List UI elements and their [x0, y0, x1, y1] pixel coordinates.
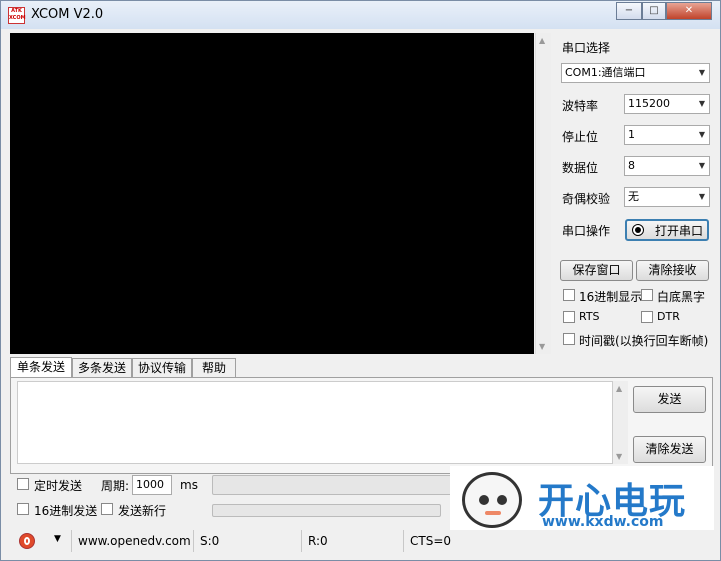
parity-label: 奇偶校验: [562, 192, 611, 206]
baud-select-value: 115200: [628, 97, 670, 110]
progress-bar-bottom: [212, 504, 441, 517]
chevron-down-icon: ▼: [698, 68, 705, 77]
timed-send-label: 定时发送: [34, 479, 83, 493]
period-unit: ms: [180, 478, 198, 492]
mascot-icon: [462, 472, 522, 528]
tab-help[interactable]: 帮助: [192, 358, 236, 378]
close-button[interactable]: ✕: [666, 2, 712, 20]
period-input[interactable]: 1000: [132, 475, 172, 495]
rts-label: RTS: [579, 310, 600, 323]
chevron-down-icon: ▼: [698, 192, 705, 201]
maximize-button[interactable]: □: [642, 2, 666, 20]
tab-multi-send[interactable]: 多条发送: [72, 358, 132, 378]
port-select-value: COM1:通信端口: [565, 66, 646, 79]
port-operation-label: 串口操作: [562, 224, 611, 238]
parity-select[interactable]: 无 ▼: [624, 187, 710, 207]
window-title: XCOM V2.0: [31, 7, 104, 22]
watermark-url: www.kxdw.com: [542, 514, 664, 530]
open-port-label: 打开串口: [655, 224, 704, 238]
dropdown-arrow-icon[interactable]: ▼: [54, 534, 61, 544]
hex-display-label: 16进制显示: [579, 290, 643, 304]
send-scrollbar[interactable]: ▲ ▼: [613, 381, 628, 464]
period-label: 周期:: [101, 479, 130, 493]
timestamp-label: 时间戳(以换行回车断帧): [579, 334, 709, 348]
status-sent: S:0: [193, 530, 303, 552]
tab-protocol[interactable]: 协议传输: [132, 358, 192, 378]
chevron-down-icon: ▼: [698, 99, 705, 108]
send-button[interactable]: 发送: [633, 386, 706, 413]
title-bar: ATK XCOM XCOM V2.0 − □ ✕: [1, 1, 720, 29]
timed-send-checkbox[interactable]: [17, 478, 29, 490]
stop-bits-select[interactable]: 1 ▼: [624, 125, 710, 145]
dtr-label: DTR: [657, 310, 680, 323]
watermark-logo: 开心电玩 www.kxdw.com: [450, 466, 714, 530]
rts-checkbox[interactable]: [563, 311, 575, 323]
stop-bits-value: 1: [628, 128, 635, 141]
data-bits-label: 数据位: [562, 161, 599, 175]
save-window-button[interactable]: 保存窗口: [560, 260, 633, 281]
status-url[interactable]: www.openedv.com: [71, 530, 191, 552]
scroll-down-icon[interactable]: ▼: [616, 452, 622, 461]
minimize-button[interactable]: −: [616, 2, 642, 20]
open-port-button[interactable]: 打开串口: [625, 219, 709, 241]
status-icon[interactable]: [19, 533, 35, 549]
baud-select[interactable]: 115200 ▼: [624, 94, 710, 114]
scroll-down-icon[interactable]: ▼: [539, 342, 545, 351]
dtr-checkbox[interactable]: [641, 311, 653, 323]
hex-send-checkbox[interactable]: [17, 503, 29, 515]
white-bg-label: 白底黑字: [657, 290, 706, 304]
port-label: 串口选择: [562, 41, 611, 55]
chevron-down-icon: ▼: [698, 161, 705, 170]
white-bg-checkbox[interactable]: [641, 289, 653, 301]
baud-label: 波特率: [562, 99, 599, 113]
tab-single-send[interactable]: 单条发送: [10, 357, 72, 378]
data-bits-value: 8: [628, 159, 635, 172]
status-received: R:0: [301, 530, 406, 552]
parity-value: 无: [628, 190, 639, 203]
send-input[interactable]: [17, 381, 613, 464]
send-newline-checkbox[interactable]: [101, 503, 113, 515]
clear-send-button[interactable]: 清除发送: [633, 436, 706, 463]
app-icon: ATK XCOM: [8, 7, 26, 24]
scroll-up-icon[interactable]: ▲: [616, 384, 622, 393]
scroll-up-icon[interactable]: ▲: [539, 36, 545, 45]
send-newline-label: 发送新行: [118, 504, 167, 518]
record-icon: [632, 224, 644, 236]
receive-area[interactable]: [10, 33, 534, 354]
receive-scrollbar[interactable]: ▲ ▼: [535, 33, 551, 354]
chevron-down-icon: ▼: [698, 130, 705, 139]
port-select[interactable]: COM1:通信端口 ▼: [561, 63, 710, 83]
data-bits-select[interactable]: 8 ▼: [624, 156, 710, 176]
timestamp-checkbox[interactable]: [563, 333, 575, 345]
status-cts: CTS=0: [403, 530, 453, 552]
hex-display-checkbox[interactable]: [563, 289, 575, 301]
clear-receive-button[interactable]: 清除接收: [636, 260, 709, 281]
status-bar: ▼ www.openedv.com S:0 R:0 CTS=0: [10, 530, 713, 552]
progress-bar-top: [212, 475, 452, 495]
xcom-window: ATK XCOM XCOM V2.0 − □ ✕ ▲ ▼ 串口选择 COM1:通…: [0, 0, 721, 561]
hex-send-label: 16进制发送: [34, 504, 98, 518]
stop-bits-label: 停止位: [562, 130, 599, 144]
